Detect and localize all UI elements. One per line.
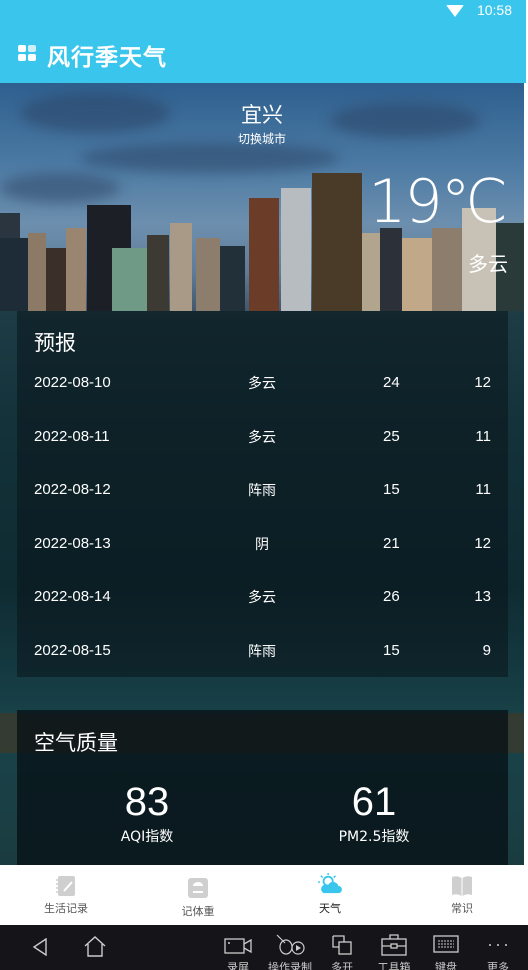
weather-icon: [318, 873, 342, 894]
tool-label: 工具箱: [377, 961, 411, 970]
tab-label: 生活记录: [44, 902, 88, 915]
forecast-row: 2022-08-11 多云 25 11: [17, 422, 508, 452]
tool-more[interactable]: 更多: [478, 925, 518, 970]
system-nav-bar: 录屏 操作录制 多开 工具箱 键盘 更多: [0, 925, 528, 970]
home-icon: [84, 936, 106, 957]
forecast-row: 2022-08-14 多云 26 13: [17, 582, 508, 612]
forecast-low: 11: [475, 481, 491, 498]
forecast-date: 2022-08-10: [34, 374, 111, 391]
back-button[interactable]: [25, 925, 55, 970]
forecast-low: 12: [474, 374, 491, 391]
tool-label: 更多: [487, 961, 509, 970]
keyboard-icon: [433, 935, 459, 953]
air-quality-panel: 空气质量 83 AQI指数 61 PM2.5指数: [17, 710, 508, 865]
tab-weight[interactable]: 记体重: [132, 865, 264, 925]
home-button[interactable]: [78, 925, 112, 970]
forecast-row: 2022-08-12 阵雨 15 11: [17, 475, 508, 505]
tool-macro-record[interactable]: 操作录制: [262, 925, 318, 970]
status-time: 10:58: [476, 2, 512, 18]
record-screen-icon: [224, 938, 252, 954]
tab-label: 记体重: [181, 905, 215, 918]
tab-label: 常识: [451, 902, 473, 915]
forecast-date: 2022-08-15: [34, 642, 111, 659]
city-name: 宜兴: [241, 103, 283, 127]
tool-label: 录屏: [227, 961, 249, 970]
pm25-metric: 61 PM2.5指数: [274, 780, 474, 846]
forecast-low: 12: [474, 535, 491, 552]
tab-label: 天气: [319, 902, 341, 915]
forecast-row: 2022-08-13 阴 21 12: [17, 529, 508, 559]
forecast-panel: 预报 2022-08-10 多云 24 12 2022-08-11 多云 25 …: [17, 311, 508, 677]
aqi-value: 83: [124, 780, 170, 824]
tool-toolbox[interactable]: 工具箱: [370, 925, 418, 970]
notebook-icon: [56, 876, 75, 896]
forecast-condition: 阵雨: [248, 644, 276, 660]
tool-label: 键盘: [435, 961, 457, 970]
wifi-icon: [446, 5, 464, 17]
aqi-label: AQI指数: [120, 829, 174, 845]
current-condition: 多云: [468, 252, 508, 276]
forecast-date: 2022-08-12: [34, 481, 111, 498]
forecast-low: 11: [475, 428, 491, 445]
forecast-date: 2022-08-13: [34, 535, 111, 552]
forecast-date: 2022-08-11: [34, 428, 110, 445]
forecast-row: 2022-08-10 多云 24 12: [17, 368, 508, 398]
macro-record-icon: [276, 934, 305, 955]
app-title: 风行季天气: [47, 45, 167, 71]
aqi-metric: 83 AQI指数: [47, 780, 247, 846]
more-icon: [489, 944, 507, 946]
forecast-condition: 阵雨: [248, 483, 276, 499]
app-bar: 风行季天气: [0, 24, 526, 83]
tab-knowledge[interactable]: 常识: [396, 865, 528, 925]
tab-life-record[interactable]: 生活记录: [0, 865, 132, 925]
grid-icon[interactable]: [18, 45, 36, 61]
tab-weather[interactable]: 天气: [264, 865, 396, 925]
forecast-low: 9: [482, 642, 491, 659]
status-bar: 10:58: [0, 0, 526, 24]
tool-record-screen[interactable]: 录屏: [216, 925, 260, 970]
forecast-high: 15: [383, 642, 400, 659]
toolbox-icon: [381, 934, 407, 956]
forecast-high: 26: [383, 588, 400, 605]
forecast-high: 24: [383, 374, 400, 391]
forecast-low: 13: [474, 588, 491, 605]
forecast-title: 预报: [34, 331, 76, 355]
forecast-row: 2022-08-15 阵雨 15 9: [17, 636, 508, 666]
tool-label: 操作录制: [268, 961, 312, 970]
weather-hero: 宜兴 切换城市 19℃ 多云 预报 2022-08-10 多云 24 12 20…: [0, 83, 524, 865]
scale-icon: [188, 878, 208, 898]
forecast-high: 25: [383, 428, 400, 445]
book-icon: [452, 876, 472, 896]
air-quality-title: 空气质量: [34, 731, 118, 755]
forecast-high: 15: [383, 481, 400, 498]
tool-multi-instance[interactable]: 多开: [322, 925, 362, 970]
forecast-condition: 多云: [248, 376, 276, 392]
switch-city-button[interactable]: 切换城市: [0, 130, 524, 147]
forecast-condition: 阴: [255, 537, 269, 553]
tool-keyboard[interactable]: 键盘: [426, 925, 466, 970]
pm25-label: PM2.5指数: [338, 829, 410, 845]
current-temperature: 19℃: [368, 167, 508, 237]
multi-instance-icon: [332, 935, 352, 955]
forecast-high: 21: [383, 535, 400, 552]
back-icon: [32, 938, 47, 956]
forecast-date: 2022-08-14: [34, 588, 111, 605]
tool-label: 多开: [331, 961, 353, 970]
bottom-tab-bar: 生活记录 记体重 天气 常识: [0, 865, 528, 925]
forecast-condition: 多云: [248, 590, 276, 606]
pm25-value: 61: [351, 780, 397, 824]
forecast-condition: 多云: [248, 430, 276, 446]
